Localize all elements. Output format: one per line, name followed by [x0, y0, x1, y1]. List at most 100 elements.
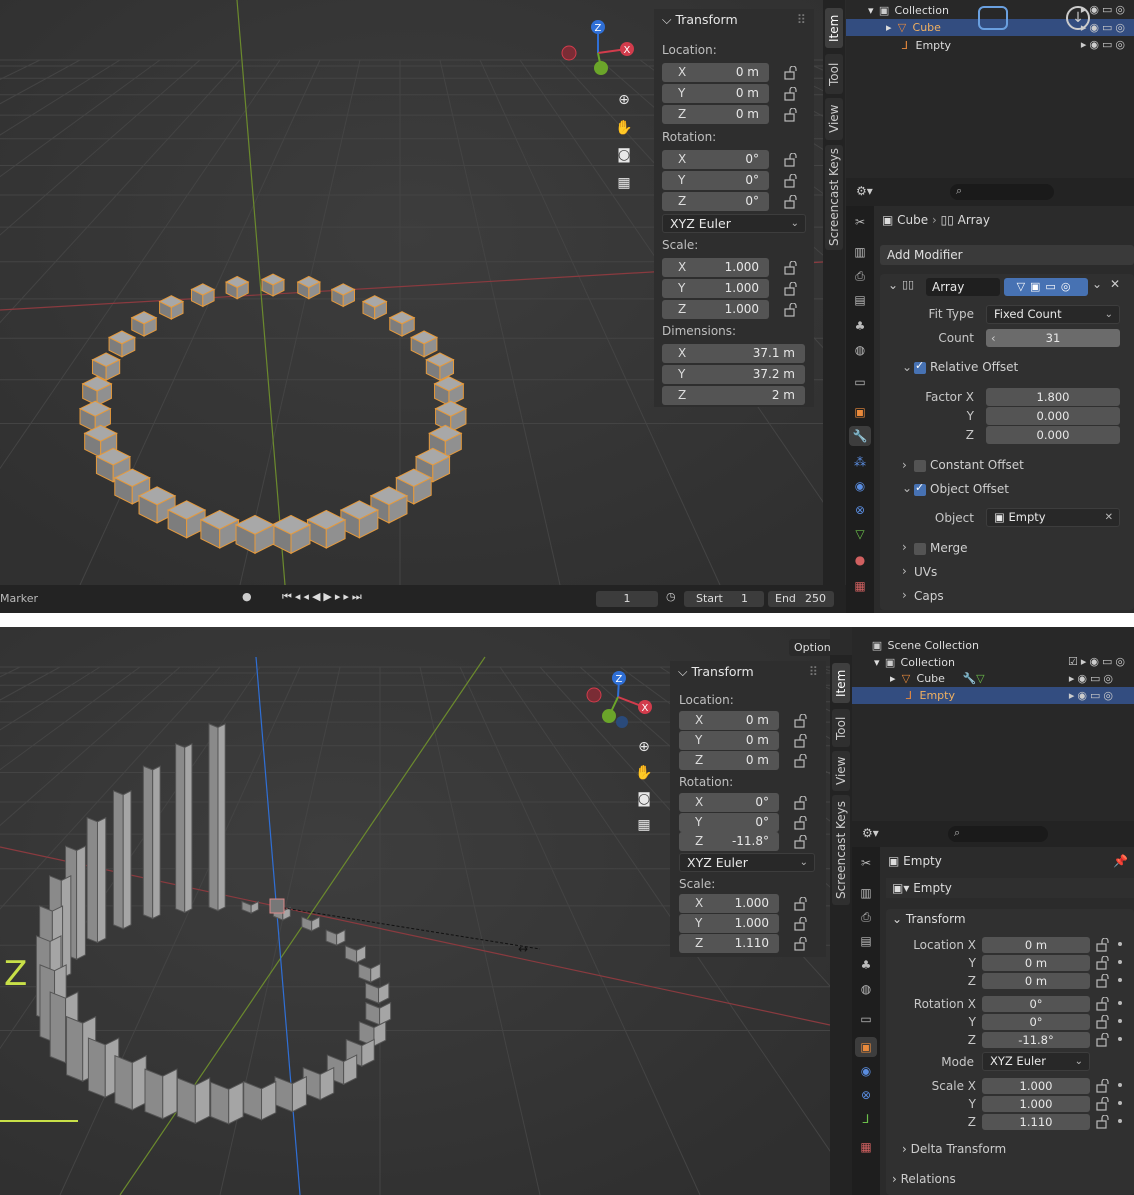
physics-tab-icon[interactable]: ◉: [849, 476, 871, 496]
vector-field-x[interactable]: X 0 m: [662, 63, 769, 82]
tab-screencast-keys[interactable]: Screencast Keys: [832, 795, 850, 905]
clear-icon[interactable]: ✕: [1105, 509, 1113, 526]
collection-tab-icon[interactable]: ▭: [855, 1009, 877, 1029]
tab-tool[interactable]: Tool: [825, 54, 843, 94]
keyframe-dot-icon[interactable]: [1118, 1019, 1122, 1023]
drag-handle-icon[interactable]: ⠿: [809, 661, 818, 683]
lock-icon[interactable]: [794, 815, 810, 830]
lock-icon[interactable]: [784, 195, 800, 209]
camera-icon[interactable]: ◙: [632, 787, 656, 811]
lock-icon[interactable]: [1096, 997, 1112, 1011]
editor-type-icon[interactable]: ⚙▾: [862, 826, 879, 840]
download-icon[interactable]: ↓: [1066, 6, 1090, 30]
property-field[interactable]: 0 m: [982, 973, 1090, 989]
ortho-grid-icon[interactable]: ▦: [632, 813, 656, 837]
lock-icon[interactable]: [794, 917, 810, 931]
zoom-icon[interactable]: ⊕: [612, 88, 636, 112]
property-field[interactable]: 1.000: [982, 1078, 1090, 1094]
visibility-icons[interactable]: ▸◉▭◎: [1069, 672, 1116, 685]
lock-icon[interactable]: [1096, 1015, 1112, 1029]
hand-pan-icon[interactable]: ✋: [632, 761, 656, 785]
constraints-tab-icon[interactable]: ⊗: [855, 1085, 877, 1105]
viewport-bottom[interactable]: ↔ Z Options ⌄ Z X ⊕ ✋ ◙ ▦ ⌵ Transform ⠿ L…: [0, 627, 830, 1195]
start-frame-field[interactable]: Start 1: [684, 591, 764, 607]
camera-icon[interactable]: ◙: [612, 143, 636, 167]
object-tab-icon[interactable]: ▣: [855, 1037, 877, 1057]
chevron-right-icon[interactable]: ›: [902, 458, 907, 472]
lock-icon[interactable]: [784, 303, 800, 317]
object-name-field[interactable]: ▣▾ Empty: [886, 878, 1134, 898]
keyframe-dot-icon[interactable]: [1118, 1001, 1122, 1005]
lock-icon[interactable]: [1096, 974, 1112, 988]
vector-field-z[interactable]: Z 0 m: [679, 751, 779, 770]
lock-icon[interactable]: [1096, 1115, 1112, 1129]
vector-field-y[interactable]: Y 0°: [662, 171, 769, 190]
uvs-label[interactable]: UVs: [914, 565, 937, 579]
caps-label[interactable]: Caps: [914, 589, 944, 603]
navigation-gizmo[interactable]: Z X: [578, 667, 658, 737]
modifier-tab-icon[interactable]: 🔧: [849, 426, 871, 446]
zoom-icon[interactable]: ⊕: [632, 735, 656, 759]
search-input[interactable]: ⌕: [950, 184, 1054, 200]
tab-item[interactable]: Item: [825, 8, 843, 48]
vector-field-x[interactable]: X 1.000: [662, 258, 769, 277]
tab-item[interactable]: Item: [832, 663, 850, 703]
end-frame-field[interactable]: End 250: [768, 591, 834, 607]
property-field[interactable]: 0 m: [982, 937, 1090, 953]
keyframe-dot-icon[interactable]: [1118, 1037, 1122, 1041]
render-tab-icon[interactable]: ▥: [855, 883, 877, 903]
vector-field-x[interactable]: X 0°: [679, 793, 779, 812]
vector-field-z[interactable]: Z 0 m: [662, 105, 769, 124]
lock-icon[interactable]: [1096, 1097, 1112, 1111]
rotation-mode-select[interactable]: XYZ Euler ⌄: [662, 214, 806, 233]
output-tab-icon[interactable]: ⎙: [855, 907, 877, 927]
transform-header[interactable]: ⌵ Transform ⠿: [670, 661, 826, 683]
data-tab-icon[interactable]: ▽: [849, 524, 871, 544]
outliner-row-scene-collection[interactable]: ▣ Scene Collection: [852, 637, 1134, 654]
property-field[interactable]: 0 m: [982, 955, 1090, 971]
vector-field-z[interactable]: Z 1.000: [662, 300, 769, 319]
tool-tab-icon[interactable]: ✂: [855, 853, 877, 873]
visibility-icons[interactable]: ▸◉▭◎: [1069, 689, 1116, 702]
material-tab-icon[interactable]: ●: [849, 550, 871, 570]
chevron-right-icon[interactable]: ›: [902, 540, 907, 554]
merge-checkbox[interactable]: [914, 543, 926, 555]
collapse-chevron-icon[interactable]: ⌄: [888, 278, 898, 292]
chevron-right-icon[interactable]: ›: [902, 564, 907, 578]
property-field[interactable]: 1.110: [982, 1114, 1090, 1130]
vector-field-x[interactable]: X 37.1 m: [662, 344, 805, 363]
vector-field-z[interactable]: Z 0°: [662, 192, 769, 211]
keyframe-dot-icon[interactable]: [1118, 942, 1122, 946]
vector-field-y[interactable]: Y 1.000: [679, 914, 779, 933]
add-modifier-button[interactable]: Add Modifier: [880, 245, 1134, 265]
hand-pan-icon[interactable]: ✋: [612, 116, 636, 140]
delta-transform-section[interactable]: › Delta Transform: [902, 1142, 1006, 1156]
transform-section-header[interactable]: ⌄ Transform: [892, 912, 966, 926]
keyframe-dot-icon[interactable]: [1118, 1119, 1122, 1123]
object-tab-icon[interactable]: ▣: [849, 402, 871, 422]
particles-tab-icon[interactable]: ⁂: [849, 452, 871, 472]
chat-bubble-icon[interactable]: [978, 6, 1008, 30]
keyframe-dot-icon[interactable]: [1118, 960, 1122, 964]
keyframe-dot-icon[interactable]: [1118, 1083, 1122, 1087]
vector-field-y[interactable]: Y 0 m: [662, 84, 769, 103]
current-frame-field[interactable]: 1: [596, 591, 658, 607]
keyframe-dot-icon[interactable]: [1118, 1101, 1122, 1105]
property-field[interactable]: -11.8°: [982, 1032, 1090, 1048]
close-icon[interactable]: ✕: [1110, 277, 1120, 291]
lock-icon[interactable]: [784, 153, 800, 167]
constant-offset-checkbox[interactable]: [914, 460, 926, 472]
lock-icon[interactable]: [794, 754, 810, 768]
tab-view[interactable]: View: [832, 751, 850, 791]
chevron-down-icon[interactable]: ⌄: [902, 481, 912, 495]
viewport-top[interactable]: Z X ⊕ ✋ ◙ ▦ ⌵ Transform ⠿ Location: X0 mY…: [0, 0, 823, 585]
lock-icon[interactable]: [1096, 1033, 1112, 1047]
lock-icon[interactable]: [794, 796, 810, 810]
vector-field-y[interactable]: Y 0 m: [679, 731, 779, 750]
lock-icon[interactable]: [1096, 956, 1112, 970]
tab-screencast-keys[interactable]: Screencast Keys: [825, 145, 843, 250]
view-layer-tab-icon[interactable]: ▤: [849, 290, 871, 310]
mode-select[interactable]: XYZ Euler ⌄: [982, 1052, 1090, 1071]
modifier-name-field[interactable]: Array: [926, 278, 1000, 296]
tab-view[interactable]: View: [825, 98, 843, 140]
